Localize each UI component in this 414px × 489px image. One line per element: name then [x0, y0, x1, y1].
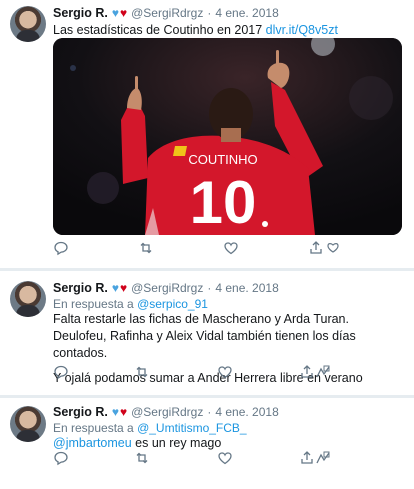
author-handle[interactable]: @SergiRdrgz	[131, 281, 203, 295]
like-icon[interactable]	[217, 450, 233, 466]
mention-link[interactable]: @jmbartomeu	[53, 436, 132, 450]
jersey-name: COUTINHO	[188, 152, 257, 167]
share-icon[interactable]	[299, 450, 315, 466]
analytics-icon[interactable]	[315, 450, 331, 466]
reply-to-mention[interactable]: @serpico_91	[137, 297, 208, 311]
tweet-text: Las estadísticas de Coutinho en 2017 dlv…	[53, 22, 404, 39]
analytics-icon[interactable]	[315, 364, 331, 380]
tweet-link[interactable]: dlvr.it/Q8v5zt	[266, 23, 338, 37]
tweet-body: es un rey mago	[135, 436, 222, 450]
reply-prefix: En respuesta a	[53, 297, 134, 311]
like-icon[interactable]	[217, 364, 233, 380]
heart-badge-red-icon: ♥	[120, 281, 128, 295]
tweet-media-image[interactable]: COUTINHO 10	[53, 38, 402, 235]
tweet-date[interactable]: 4 ene. 2018	[215, 6, 278, 20]
author-name[interactable]: Sergio R.	[53, 405, 108, 419]
reply-prefix: En respuesta a	[53, 421, 134, 435]
name-badges: ♥ ♥	[112, 7, 127, 19]
tweet-header: Sergio R. ♥ ♥ @SergiRdrgz · 4 ene. 2018	[53, 404, 404, 420]
retweet-icon[interactable]	[134, 364, 150, 380]
name-badges: ♥ ♥	[112, 282, 127, 294]
tweet[interactable]: Sergio R. ♥ ♥ @SergiRdrgz · 4 ene. 2018 …	[0, 271, 414, 395]
reply-context: En respuesta a @_Umtitismo_FCB_	[53, 421, 404, 435]
jersey-number: 10	[190, 169, 257, 235]
reply-icon[interactable]	[53, 240, 69, 256]
tweet-date[interactable]: 4 ene. 2018	[215, 405, 278, 419]
tweet[interactable]: Sergio R. ♥ ♥ @SergiRdrgz · 4 ene. 2018 …	[0, 398, 414, 489]
separator-dot: ·	[207, 405, 212, 419]
avatar[interactable]	[10, 406, 46, 442]
reply-context: En respuesta a @serpico_91	[53, 297, 404, 311]
retweet-icon[interactable]	[134, 450, 150, 466]
heart-badge-blue-icon: ♥	[111, 405, 119, 419]
player-photo: COUTINHO 10	[53, 38, 402, 235]
share-icon[interactable]	[308, 240, 324, 256]
author-handle[interactable]: @SergiRdrgz	[131, 405, 203, 419]
avatar[interactable]	[10, 281, 46, 317]
author-handle[interactable]: @SergiRdrgz	[131, 6, 203, 20]
heart-badge-blue-icon	[327, 243, 339, 253]
tweet-date[interactable]: 4 ene. 2018	[215, 281, 278, 295]
tweet-text: Falta restarle las fichas de Mascherano …	[53, 312, 356, 360]
heart-badge-red-icon: ♥	[120, 6, 128, 20]
heart-badge-blue-icon: ♥	[111, 281, 119, 295]
tweet[interactable]: Sergio R. ♥ ♥ @SergiRdrgz · 4 ene. 2018 …	[0, 0, 414, 268]
reply-to-mention[interactable]: @_Umtitismo_FCB_	[137, 421, 247, 435]
name-badges: ♥ ♥	[112, 406, 127, 418]
heart-badge-red-icon: ♥	[120, 405, 128, 419]
separator-dot: ·	[207, 281, 212, 295]
author-name[interactable]: Sergio R.	[53, 281, 108, 295]
avatar[interactable]	[10, 6, 46, 42]
tweet-body: Las estadísticas de Coutinho en 2017	[53, 23, 263, 37]
tweet-header: Sergio R. ♥ ♥ @SergiRdrgz · 4 ene. 2018	[53, 280, 404, 296]
separator-dot: ·	[207, 6, 212, 20]
reply-icon[interactable]	[53, 364, 69, 380]
like-icon[interactable]	[223, 240, 239, 256]
share-icon[interactable]	[299, 364, 315, 380]
heart-badge-blue-icon: ♥	[111, 6, 119, 20]
timeline: Sergio R. ♥ ♥ @SergiRdrgz · 4 ene. 2018 …	[0, 0, 414, 489]
retweet-icon[interactable]	[138, 240, 154, 256]
tweet-header: Sergio R. ♥ ♥ @SergiRdrgz · 4 ene. 2018	[53, 5, 404, 21]
author-name[interactable]: Sergio R.	[53, 6, 108, 20]
reply-icon[interactable]	[53, 450, 69, 466]
